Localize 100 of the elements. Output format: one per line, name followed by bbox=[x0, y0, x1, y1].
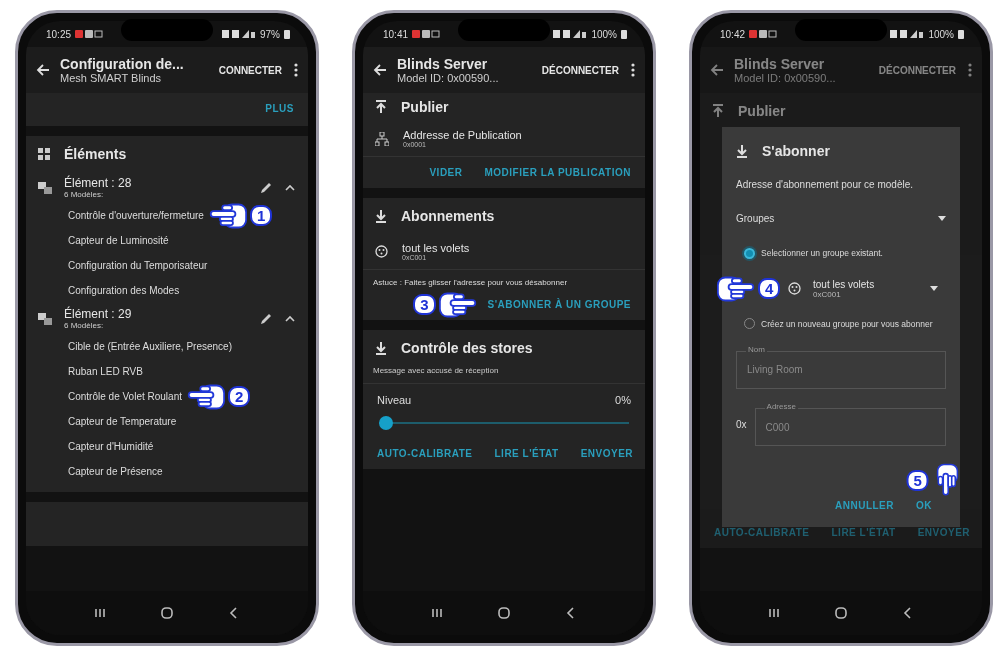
chevron-up-icon[interactable] bbox=[284, 314, 296, 323]
app-bar-subtitle: Model ID: 0x00590... bbox=[734, 72, 837, 84]
battery-icon bbox=[958, 29, 964, 39]
level-slider[interactable] bbox=[379, 416, 629, 430]
pointing-hand-icon bbox=[185, 382, 226, 411]
step-number: 4 bbox=[758, 278, 781, 299]
group-icon bbox=[788, 282, 801, 295]
section-title: Publier bbox=[401, 99, 449, 115]
subscription-name: tout les volets bbox=[402, 242, 471, 254]
model-item[interactable]: Configuration du Temporisateur bbox=[68, 260, 208, 271]
battery-percentage: 100% bbox=[928, 28, 954, 40]
caret-icon bbox=[938, 216, 946, 222]
status-icons bbox=[222, 30, 256, 38]
model-item[interactable]: Cible de (Entrée Auxiliere, Presence) bbox=[68, 341, 232, 352]
upload-icon bbox=[375, 100, 387, 114]
element-subtitle: 6 Modèles: bbox=[64, 190, 105, 199]
network-icon bbox=[375, 131, 389, 146]
upload-icon bbox=[712, 104, 724, 118]
pointing-hand-icon bbox=[716, 274, 756, 303]
model-item[interactable]: Contrôle de Volet Roulant bbox=[68, 391, 182, 402]
battery-icon bbox=[621, 29, 627, 39]
dialog-text: Adresse d'abonnement pour ce modèle. bbox=[736, 177, 915, 192]
home-icon[interactable] bbox=[497, 606, 511, 620]
notification-icons bbox=[749, 30, 778, 38]
slider-thumb[interactable] bbox=[379, 416, 393, 430]
connection-button[interactable]: CONNECTER bbox=[216, 62, 284, 78]
connection-button[interactable]: DÉCONNECTER bbox=[876, 62, 958, 78]
recent-apps-icon[interactable] bbox=[429, 606, 444, 620]
notification-icons bbox=[75, 30, 104, 38]
level-reading: 0% bbox=[615, 394, 631, 406]
status-time: 10:25 bbox=[46, 28, 72, 40]
radio-option[interactable]: Selectionner un groupe existant. bbox=[736, 241, 946, 265]
download-icon bbox=[375, 209, 387, 223]
app-bar-title: Blinds Server bbox=[734, 56, 826, 72]
message-note: Message avec accusé de réception bbox=[363, 366, 645, 384]
pointing-hand-icon bbox=[437, 290, 478, 319]
dialog-button[interactable]: ANNULLER bbox=[829, 494, 900, 517]
pointing-hand-icon bbox=[935, 463, 960, 497]
chevron-up-icon[interactable] bbox=[284, 183, 296, 192]
step-number: 5 bbox=[906, 469, 929, 491]
status-time: 10:41 bbox=[383, 28, 409, 40]
connection-button[interactable]: DÉCONNECTER bbox=[539, 62, 621, 78]
control-button[interactable]: AUTO-CALIBRATE bbox=[371, 442, 479, 465]
publication-address-label: Addresse de Publication bbox=[403, 129, 523, 141]
element-icon bbox=[38, 181, 52, 194]
app-bar-title: Blinds Server bbox=[397, 56, 489, 72]
pointing-hand-icon bbox=[207, 201, 248, 230]
battery-percentage: 100% bbox=[591, 28, 617, 40]
grid-icon bbox=[38, 148, 50, 160]
model-item[interactable]: Capteur de Luminosité bbox=[68, 235, 169, 246]
level-label: Niveau bbox=[377, 394, 412, 406]
address-field[interactable]: C000 bbox=[754, 408, 946, 447]
element-subtitle: 6 Modèles: bbox=[64, 321, 105, 330]
more-button[interactable]: PLUS bbox=[259, 97, 300, 120]
control-button[interactable]: LIRE L'ÉTAT bbox=[488, 442, 565, 465]
pencil-icon[interactable] bbox=[260, 312, 272, 325]
step-number: 1 bbox=[249, 205, 273, 226]
recent-apps-icon[interactable] bbox=[92, 606, 107, 620]
group-select[interactable]: tout les volets 0xC001 bbox=[784, 274, 946, 303]
section-title: Éléments bbox=[64, 146, 127, 162]
recent-apps-icon[interactable] bbox=[766, 606, 781, 620]
hint-text: Astuce : Faites glisser l'adresse pour vous désabonner bbox=[372, 277, 569, 289]
element-icon bbox=[38, 312, 52, 325]
notification-icons bbox=[412, 30, 441, 38]
address-prefix: 0x bbox=[736, 418, 747, 430]
step-number: 2 bbox=[227, 386, 251, 407]
more-options-icon[interactable] bbox=[631, 63, 635, 77]
status-time: 10:42 bbox=[720, 28, 746, 40]
download-icon bbox=[375, 341, 387, 355]
back-arrow-icon[interactable] bbox=[373, 63, 387, 77]
model-item[interactable]: Contrôle d'ouverture/fermeture bbox=[68, 210, 204, 221]
caret-icon bbox=[930, 286, 938, 291]
battery-icon bbox=[284, 29, 290, 39]
section-title: Contrôle des stores bbox=[401, 340, 533, 356]
model-item[interactable]: Capteur de Présence bbox=[68, 466, 163, 477]
more-options-icon[interactable] bbox=[294, 63, 298, 77]
element-title: Élément : 28 bbox=[64, 176, 133, 190]
field-label: Adresse bbox=[764, 403, 798, 412]
pencil-icon[interactable] bbox=[260, 181, 272, 194]
app-bar-subtitle: Model ID: 0x00590... bbox=[397, 72, 500, 84]
section-title: Publier bbox=[738, 103, 786, 119]
field-label: Nom bbox=[746, 345, 767, 354]
download-icon bbox=[736, 144, 748, 158]
model-item[interactable]: Configuration des Modes bbox=[68, 285, 180, 296]
home-icon[interactable] bbox=[834, 606, 848, 620]
home-icon[interactable] bbox=[160, 606, 174, 620]
dialog-button[interactable]: OK bbox=[910, 494, 938, 517]
control-button[interactable]: ENVOYER bbox=[574, 442, 640, 465]
dialog-title: S'abonner bbox=[762, 143, 830, 159]
publication-button[interactable]: MODIFIER LA PUBLICATION bbox=[478, 161, 637, 184]
status-icons bbox=[553, 30, 588, 38]
back-arrow-icon[interactable] bbox=[36, 63, 50, 77]
groups-dropdown[interactable]: Groupes bbox=[736, 205, 946, 233]
publication-button[interactable]: VIDER bbox=[423, 161, 469, 184]
radio-option[interactable]: Créez un nouveau groupe pour vous abonner bbox=[736, 312, 946, 336]
model-item[interactable]: Ruban LED RVB bbox=[68, 366, 143, 377]
step-number: 3 bbox=[413, 294, 436, 315]
model-item[interactable]: Capteur d'Humidité bbox=[68, 441, 154, 452]
subscribe-group-button[interactable]: S'ABONNER À UN GROUPE bbox=[481, 293, 637, 316]
model-item[interactable]: Capteur de Temperature bbox=[68, 416, 177, 427]
